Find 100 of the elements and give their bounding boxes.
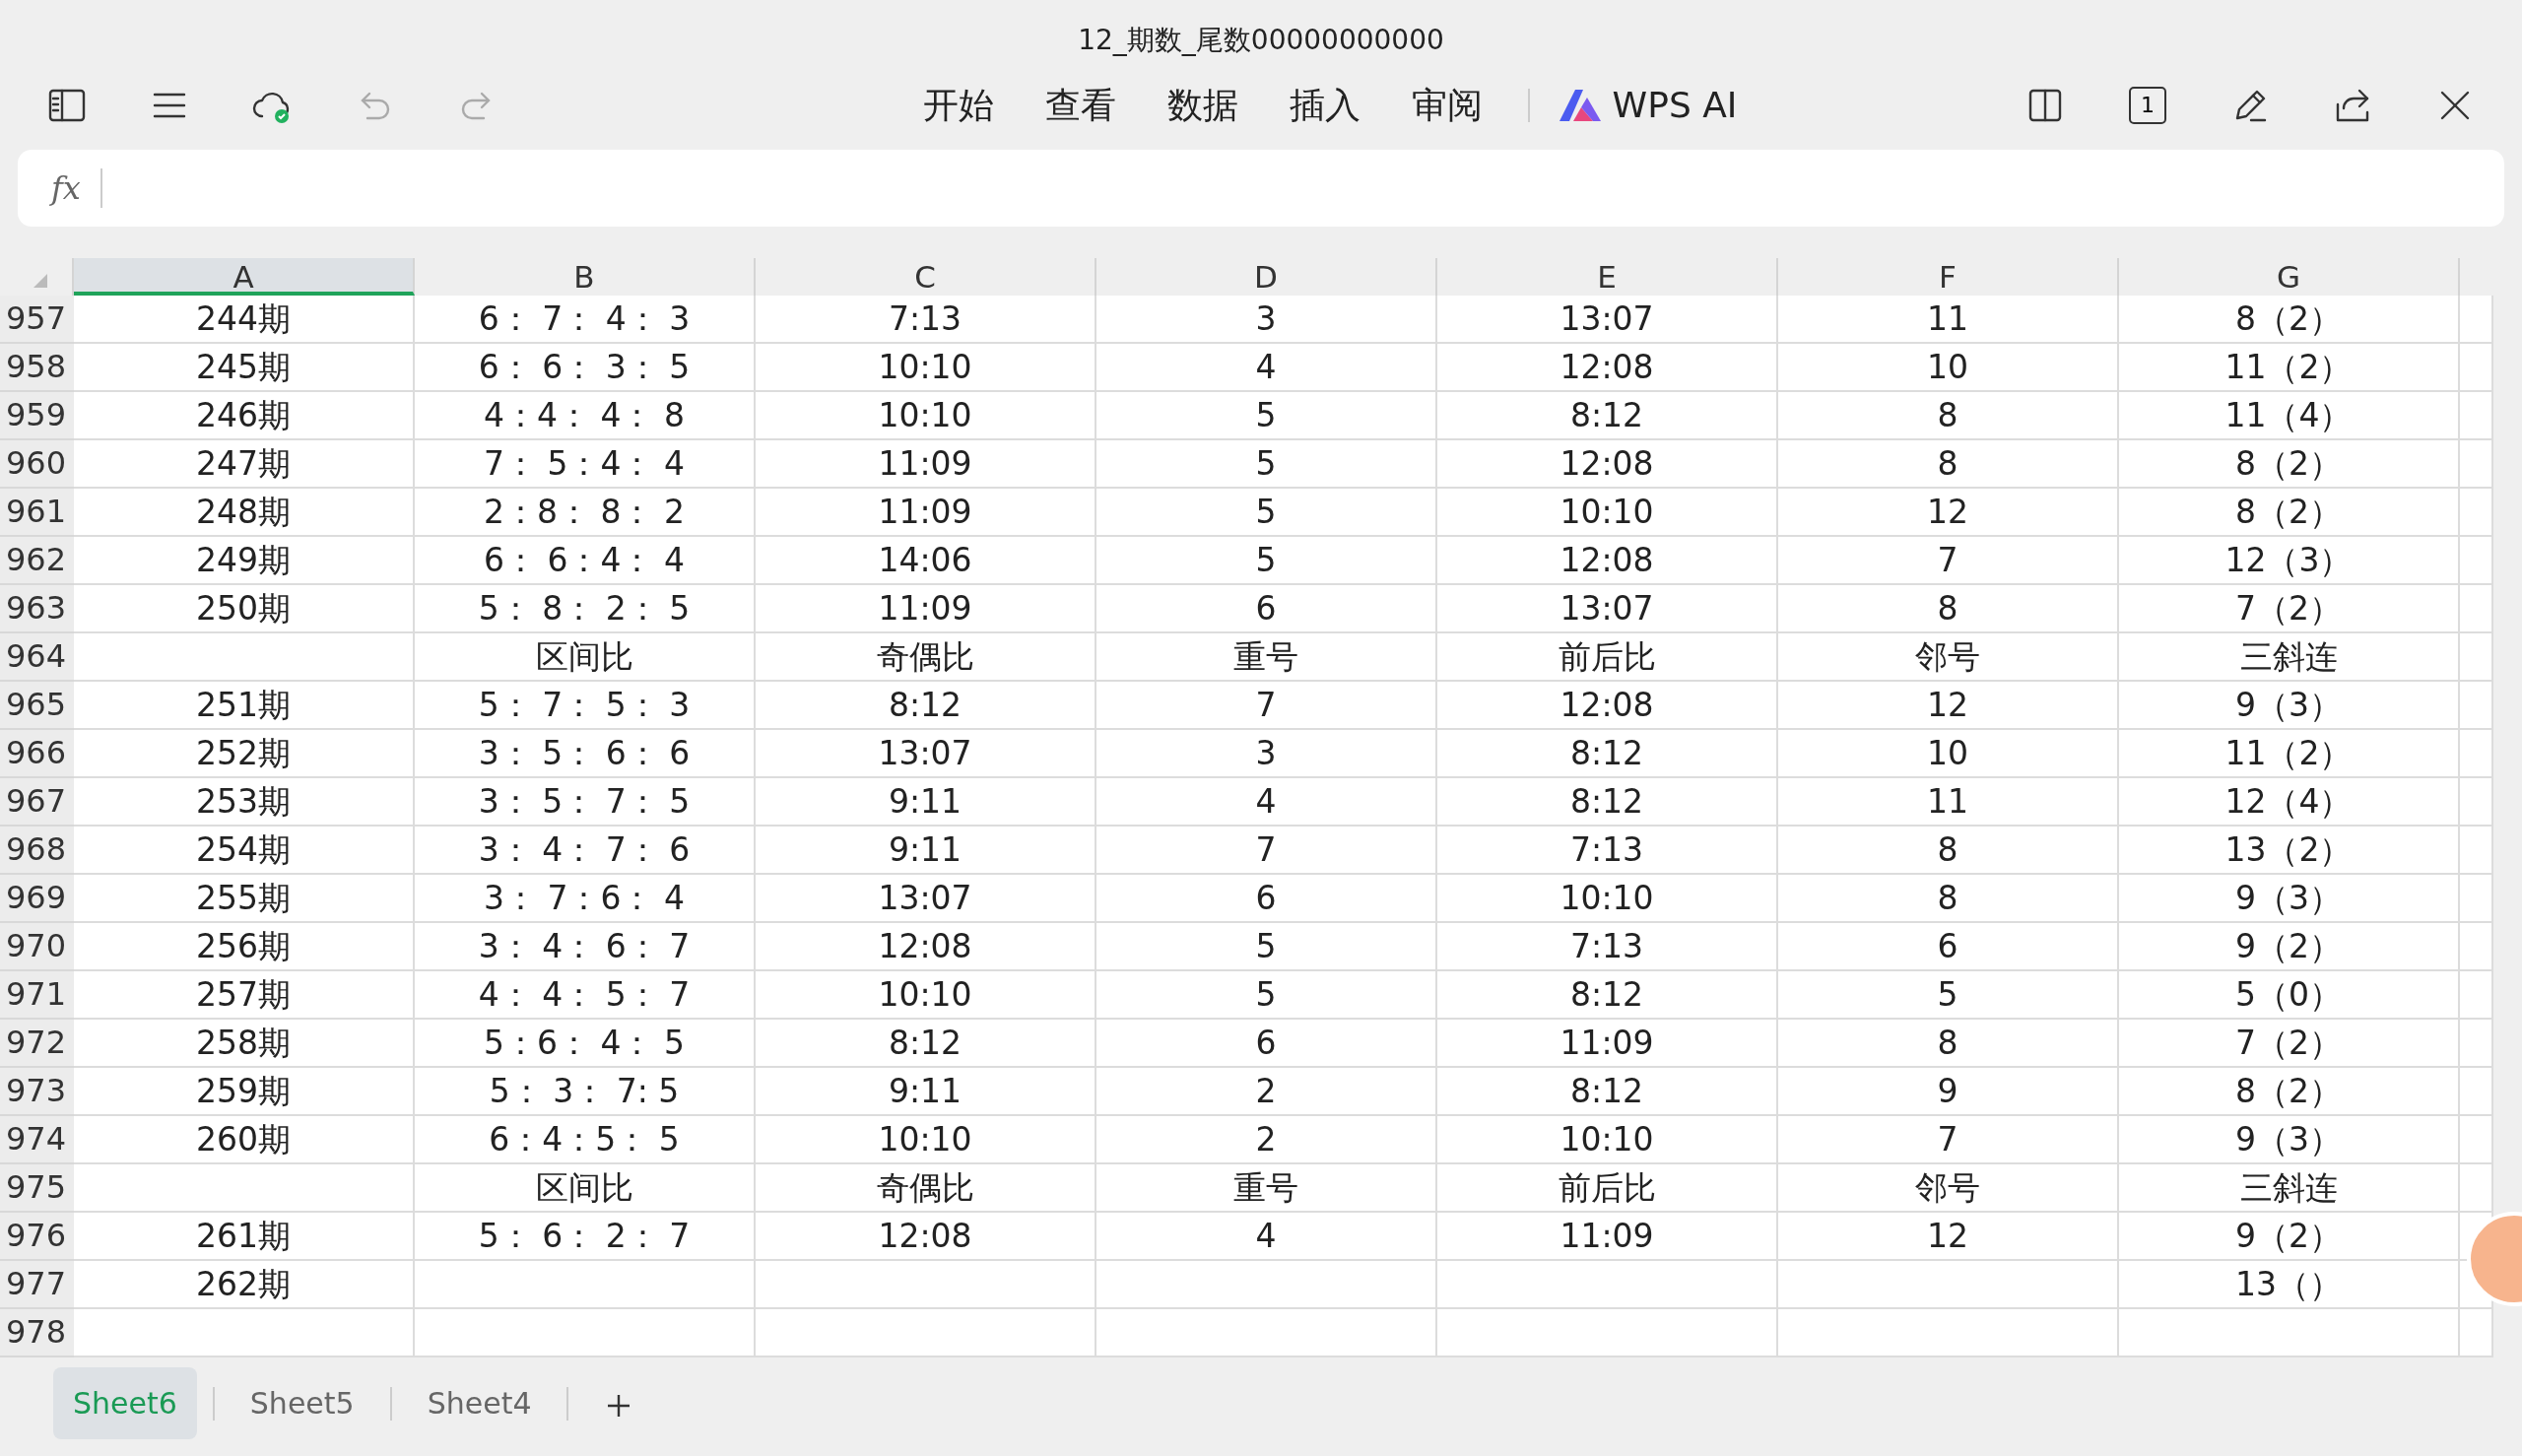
- table-cell: 8: [1778, 875, 2119, 923]
- table-cell: 9:11: [756, 827, 1096, 875]
- table-cell: 区间比: [415, 633, 756, 682]
- table-cell: 7: [1778, 537, 2119, 585]
- table-cell: 三斜连: [2119, 1164, 2460, 1213]
- table-cell: 13:07: [756, 875, 1096, 923]
- table-cell: 7:13: [1437, 923, 1778, 971]
- table-cell: 7: [1096, 682, 1437, 730]
- menu-tab[interactable]: 开始: [896, 79, 1020, 132]
- table-cell: 奇偶比: [756, 1164, 1096, 1213]
- table-cell: 10: [1778, 344, 2119, 392]
- table-cell: 251期: [74, 682, 415, 730]
- table-cell: 244期: [74, 296, 415, 344]
- table-cell: 2: [1096, 1068, 1437, 1116]
- table-cell: 7: [1778, 1116, 2119, 1164]
- page-count-button[interactable]: 1: [2129, 87, 2166, 124]
- table-cell: 6：4：5： 5: [415, 1116, 756, 1164]
- table-cell: 8: [1778, 392, 2119, 440]
- table-cell: 7（2）: [2119, 585, 2460, 633]
- table-cell: 3： 5： 6： 6: [415, 730, 756, 778]
- table-cell: 区间比: [415, 1164, 756, 1213]
- table-cell: 13（）: [2119, 1261, 2460, 1309]
- table-cell: 3: [1096, 296, 1437, 344]
- table-cell: 4: [1096, 344, 1437, 392]
- table-cell: 8:12: [1437, 1068, 1778, 1116]
- table-cell: 10:10: [756, 971, 1096, 1020]
- table-cell: 9: [1778, 1068, 2119, 1116]
- table-cell: 12:08: [1437, 344, 1778, 392]
- table-cell: 248期: [74, 489, 415, 537]
- table-cell: 245期: [74, 344, 415, 392]
- table-cell: 3： 5： 7： 5: [415, 778, 756, 827]
- table-cell: 11:09: [1437, 1020, 1778, 1068]
- table-cell: 7:13: [756, 296, 1096, 344]
- table-cell: 11: [1778, 296, 2119, 344]
- table-cell: 9:11: [756, 1068, 1096, 1116]
- table-cell: 8（2）: [2119, 489, 2460, 537]
- table-cell: 5： 6： 2： 7: [415, 1213, 756, 1261]
- table-cell: 2: [1096, 1116, 1437, 1164]
- menu-tab[interactable]: 查看: [1019, 79, 1142, 132]
- table-cell: 260期: [74, 1116, 415, 1164]
- menu-tab[interactable]: 数据: [1141, 79, 1264, 132]
- table-cell: 11: [1778, 778, 2119, 827]
- table-cell: 11:09: [1437, 1213, 1778, 1261]
- table-cell: 10:10: [756, 392, 1096, 440]
- table-cell: 10:10: [756, 1116, 1096, 1164]
- table-cell: 10:10: [1437, 1116, 1778, 1164]
- table-cell: 5： 7： 5： 3: [415, 682, 756, 730]
- table-cell: 8:12: [756, 682, 1096, 730]
- table-cell: 12:08: [756, 1213, 1096, 1261]
- table-cell: 前后比: [1437, 633, 1778, 682]
- table-cell: 10:10: [1437, 875, 1778, 923]
- table-cell: 3： 7：6： 4: [415, 875, 756, 923]
- table-cell: 9（3）: [2119, 682, 2460, 730]
- table-cell: 4: [1096, 778, 1437, 827]
- table-cell: 8:12: [756, 1020, 1096, 1068]
- table-cell: 6： 6：4： 4: [415, 537, 756, 585]
- table-cell: 6: [1096, 875, 1437, 923]
- table-cell: 8:12: [1437, 971, 1778, 1020]
- table-cell: 11（2）: [2119, 344, 2460, 392]
- table-cell: 13:07: [1437, 296, 1778, 344]
- table-cell: 4: [1096, 1213, 1437, 1261]
- menu-tab[interactable]: 审阅: [1385, 79, 1508, 132]
- menu-tab[interactable]: 插入: [1263, 79, 1386, 132]
- table-cell: 9（3）: [2119, 875, 2460, 923]
- table-cell: 9（2）: [2119, 1213, 2460, 1261]
- table-cell: 12: [1778, 489, 2119, 537]
- table-cell: 13:07: [1437, 585, 1778, 633]
- table-cell: 7:13: [1437, 827, 1778, 875]
- table-cell: 奇偶比: [756, 633, 1096, 682]
- table-cell: 7： 5：4： 4: [415, 440, 756, 489]
- table-cell: 6： 7： 4： 3: [415, 296, 756, 344]
- table-cell: 5： 8： 2： 5: [415, 585, 756, 633]
- window-title: 12_期数_尾数00000000000: [1078, 23, 1444, 58]
- ai-button[interactable]: WPS AI: [1549, 78, 1744, 133]
- table-cell: 前后比: [1437, 1164, 1778, 1213]
- table-cell: 3: [1096, 730, 1437, 778]
- table-cell: 12:08: [1437, 537, 1778, 585]
- sheet-tab[interactable]: Sheet5: [230, 1367, 374, 1439]
- table-cell: 9（3）: [2119, 1116, 2460, 1164]
- table-cell: 3： 4： 6： 7: [415, 923, 756, 971]
- table-cell: 12: [1778, 682, 2119, 730]
- table-cell: 12:08: [1437, 440, 1778, 489]
- table-cell: 5（0）: [2119, 971, 2460, 1020]
- table-cell: 6： 6： 3： 5: [415, 344, 756, 392]
- table-cell: 2：8： 8： 2: [415, 489, 756, 537]
- table-cell: 4：4： 4： 8: [415, 392, 756, 440]
- table-cell: 7: [1096, 827, 1437, 875]
- table-cell: 9（2）: [2119, 923, 2460, 971]
- table-cell: 249期: [74, 537, 415, 585]
- table-cell: 5: [1096, 440, 1437, 489]
- table-cell: 11:09: [756, 585, 1096, 633]
- column-header[interactable]: A: [74, 258, 415, 296]
- table-cell: 8（2）: [2119, 1068, 2460, 1116]
- table-cell: 重号: [1096, 633, 1437, 682]
- table-cell: 5: [1096, 971, 1437, 1020]
- table-cell: 13:07: [756, 730, 1096, 778]
- sheet-tab[interactable]: Sheet4: [407, 1367, 552, 1439]
- table-cell: 8（2）: [2119, 440, 2460, 489]
- table-cell: 12:08: [756, 923, 1096, 971]
- table-cell: 252期: [74, 730, 415, 778]
